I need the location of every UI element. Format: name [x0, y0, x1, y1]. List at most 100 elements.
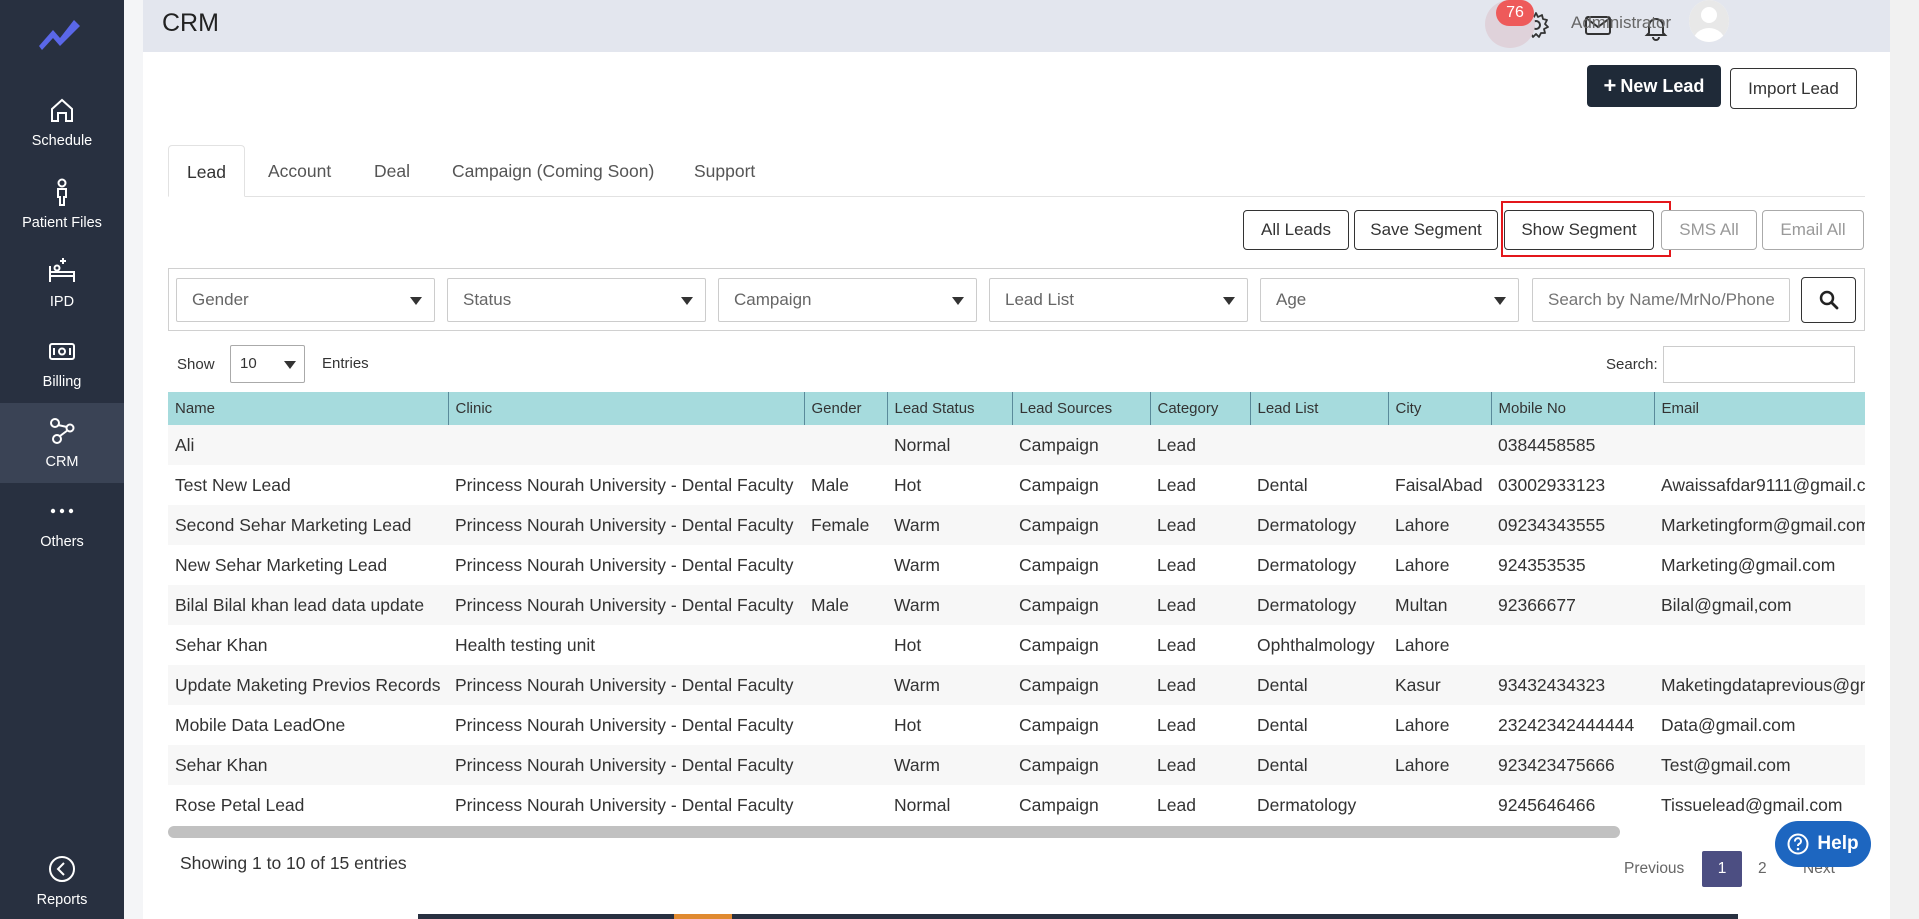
gender-select[interactable]: Gender	[176, 278, 435, 322]
column-header[interactable]: Clinic	[447, 392, 804, 425]
status-select[interactable]: Status	[447, 278, 706, 322]
more-icon	[50, 508, 74, 514]
age-select[interactable]: Age	[1260, 278, 1519, 322]
table-cell: Hot	[887, 465, 1012, 505]
person-icon	[57, 178, 67, 206]
vertical-scrollbar[interactable]	[1890, 0, 1919, 919]
avatar[interactable]	[1689, 0, 1729, 42]
table-row[interactable]: Bilal Bilal khan lead data update Princes…	[168, 585, 1865, 625]
table-cell: Campaign	[1012, 785, 1150, 825]
table-row[interactable]: Mobile Data LeadOne Princess Nourah Unive…	[168, 705, 1865, 745]
caret-down-icon	[1223, 297, 1235, 305]
search-button[interactable]	[1801, 277, 1856, 323]
page-2-button[interactable]: 2	[1758, 851, 1767, 887]
column-header[interactable]: Category	[1149, 392, 1250, 425]
table-cell: Princess Nourah University - Dental Facu…	[448, 785, 804, 825]
column-header[interactable]: Gender	[803, 392, 887, 425]
column-header[interactable]: Lead Sources	[1011, 392, 1150, 425]
column-header[interactable]: Name	[168, 392, 448, 425]
user-avatar-icon	[1689, 0, 1729, 42]
reports-icon	[49, 855, 75, 882]
table-row[interactable]: Ali Normal Campaign Lead 0384458585	[168, 425, 1865, 465]
caret-down-icon	[952, 297, 964, 305]
table-search-input[interactable]	[1663, 346, 1855, 383]
save-segment-button[interactable]: Save Segment	[1354, 210, 1498, 250]
table-cell	[448, 425, 804, 465]
import-lead-button[interactable]: Import Lead	[1730, 68, 1857, 109]
table-row[interactable]: Sehar Khan Princess Nourah University - D…	[168, 745, 1865, 785]
entries-select[interactable]: 10	[230, 345, 305, 383]
sidebar-item-schedule[interactable]: Schedule	[0, 82, 124, 162]
tab-account[interactable]: Account	[250, 145, 349, 197]
table-cell: Normal	[887, 785, 1012, 825]
table-cell: Lead	[1150, 545, 1250, 585]
table-cell: 93432434323	[1491, 665, 1654, 705]
sidebar-item-reports[interactable]: Reports	[0, 842, 124, 919]
all-leads-button[interactable]: All Leads	[1243, 210, 1349, 250]
table-cell: Marketingform@gmail.com	[1654, 505, 1865, 545]
table-cell: 924353535	[1491, 545, 1654, 585]
table-cell	[1491, 625, 1654, 665]
table-row[interactable]: Test New Lead Princess Nourah University …	[168, 465, 1865, 505]
tab-lead[interactable]: Lead	[168, 145, 245, 197]
table-cell: Dermatology	[1250, 545, 1388, 585]
table-header-row: Name Clinic Gender Lead Status Lead Sources C…	[168, 392, 1865, 425]
table-cell: Hot	[887, 705, 1012, 745]
help-button[interactable]: Help	[1775, 821, 1871, 867]
table-cell: Update Maketing Previos Records	[168, 665, 448, 705]
table-row[interactable]: New Sehar Marketing Lead Princess Nourah …	[168, 545, 1865, 585]
table-cell: Princess Nourah University - Dental Facu…	[448, 465, 804, 505]
column-header[interactable]: Lead Status	[886, 392, 1012, 425]
highlight-box	[1501, 201, 1671, 257]
table-cell: Lead	[1150, 665, 1250, 705]
table-row[interactable]: Rose Petal Lead Princess Nourah Universit…	[168, 785, 1865, 825]
table-cell: Warm	[887, 585, 1012, 625]
column-header[interactable]: Lead List	[1249, 392, 1388, 425]
table-row[interactable]: Sehar Khan Health testing unit Hot Campaign…	[168, 625, 1865, 665]
table-cell: Campaign	[1012, 705, 1150, 745]
table-cell: Lahore	[1388, 545, 1491, 585]
column-header[interactable]: City	[1387, 392, 1491, 425]
previous-page-button[interactable]: Previous	[1624, 851, 1684, 887]
sidebar-item-ipd[interactable]: IPD	[0, 243, 124, 323]
table-row[interactable]: Second Sehar Marketing Lead Princess Nour…	[168, 505, 1865, 545]
new-lead-button[interactable]: + New Lead	[1587, 65, 1721, 107]
table-cell	[1654, 425, 1865, 465]
logo-icon	[39, 20, 80, 50]
table-cell: Campaign	[1012, 745, 1150, 785]
table-cell: Ali	[168, 425, 448, 465]
email-all-button[interactable]: Email All	[1762, 210, 1864, 250]
table-cell: Health testing unit	[448, 625, 804, 665]
table-cell	[1654, 625, 1865, 665]
table-cell: Campaign	[1012, 545, 1150, 585]
table-cell	[804, 625, 887, 665]
user-name[interactable]: Administrator	[1571, 13, 1671, 33]
caret-down-icon	[681, 297, 693, 305]
lead-list-select[interactable]: Lead List	[989, 278, 1248, 322]
table-cell: Dental	[1250, 665, 1388, 705]
table-cell: Dermatology	[1250, 785, 1388, 825]
tab-campaign[interactable]: Campaign (Coming Soon)	[434, 145, 672, 197]
sidebar-item-crm[interactable]: CRM	[0, 403, 124, 483]
sidebar-item-others[interactable]: Others	[0, 483, 124, 563]
table-cell: Dermatology	[1250, 585, 1388, 625]
plus-icon: +	[1603, 73, 1617, 98]
tab-support[interactable]: Support	[676, 145, 773, 197]
tab-deal[interactable]: Deal	[356, 145, 428, 197]
horizontal-scrollbar[interactable]	[168, 826, 1620, 838]
campaign-select[interactable]: Campaign	[718, 278, 977, 322]
table-cell: 0384458585	[1491, 425, 1654, 465]
column-header[interactable]: Email	[1653, 392, 1865, 425]
table-cell: Data@gmail.com	[1654, 705, 1865, 745]
page-1-button[interactable]: 1	[1702, 851, 1742, 887]
sidebar-item-billing[interactable]: Billing	[0, 323, 124, 403]
table-row[interactable]: Update Maketing Previos Records Princess …	[168, 665, 1865, 705]
lead-search-input[interactable]	[1532, 278, 1790, 322]
table-cell: Dental	[1250, 745, 1388, 785]
table-cell: Sehar Khan	[168, 745, 448, 785]
column-header[interactable]: Mobile No	[1490, 392, 1654, 425]
table-cell: Campaign	[1012, 585, 1150, 625]
entries-summary: Showing 1 to 10 of 15 entries	[180, 853, 407, 873]
sms-all-button[interactable]: SMS All	[1661, 210, 1757, 250]
sidebar-item-patient-files[interactable]: Patient Files	[0, 164, 124, 244]
